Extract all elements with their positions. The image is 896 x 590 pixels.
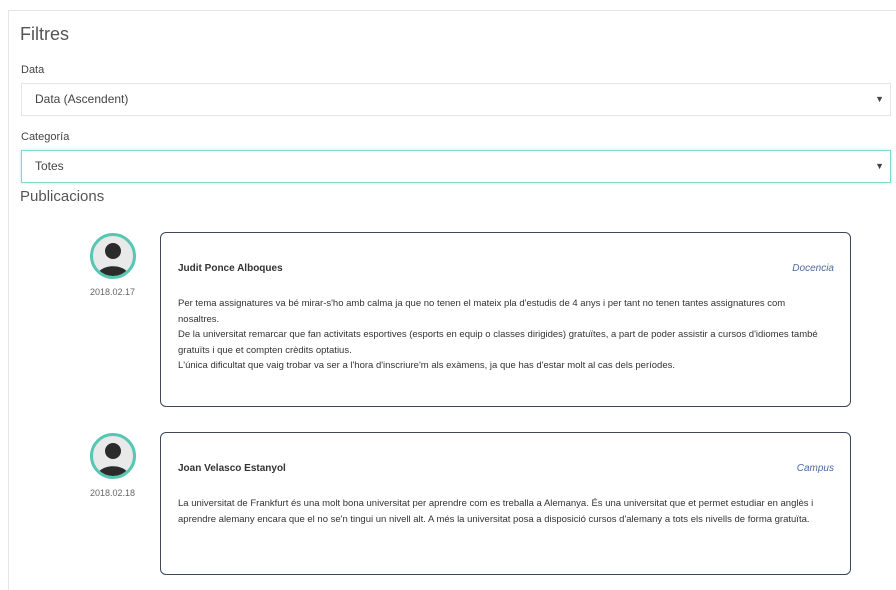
filters-title: Filtres xyxy=(20,24,69,44)
publication-category[interactable]: Campus xyxy=(797,463,834,474)
publication-text: La universitat de Frankfurt és una molt … xyxy=(178,496,828,527)
user-avatar-icon xyxy=(90,433,136,479)
publication-author: Judit Ponce Alboques xyxy=(178,263,283,274)
date-sort-value: Data (Ascendent) xyxy=(35,92,129,106)
publication-card: Judit Ponce Alboques Docencia Per tema a… xyxy=(160,232,851,407)
caret-down-icon: ▼ xyxy=(875,161,884,171)
publication-paragraph: De la universitat remarcar que fan activ… xyxy=(178,329,818,356)
publication-paragraph: La universitat de Frankfurt és una molt … xyxy=(178,498,814,525)
publication-category[interactable]: Docencia xyxy=(792,263,834,274)
caret-down-icon: ▼ xyxy=(875,94,884,104)
publication-paragraph: L'única dificultat que vaig trobar va se… xyxy=(178,360,675,371)
publication-date: 2018.02.17 xyxy=(90,287,136,297)
category-filter-label: Categoría xyxy=(21,131,70,143)
date-filter-label: Data xyxy=(21,64,45,76)
category-select[interactable]: Totes ▼ xyxy=(21,150,891,183)
user-avatar-icon xyxy=(90,233,136,279)
publication-text: Per tema assignatures va bé mirar-s'ho a… xyxy=(178,296,828,374)
publication-card: Joan Velasco Estanyol Campus La universi… xyxy=(160,432,851,575)
publication-author: Joan Velasco Estanyol xyxy=(178,463,286,474)
publication-paragraph: Per tema assignatures va bé mirar-s'ho a… xyxy=(178,298,786,325)
date-sort-select[interactable]: Data (Ascendent) ▼ xyxy=(21,83,891,116)
publication-date: 2018.02.18 xyxy=(90,488,136,498)
publications-title: Publicacions xyxy=(20,188,105,205)
category-value: Totes xyxy=(35,159,64,173)
